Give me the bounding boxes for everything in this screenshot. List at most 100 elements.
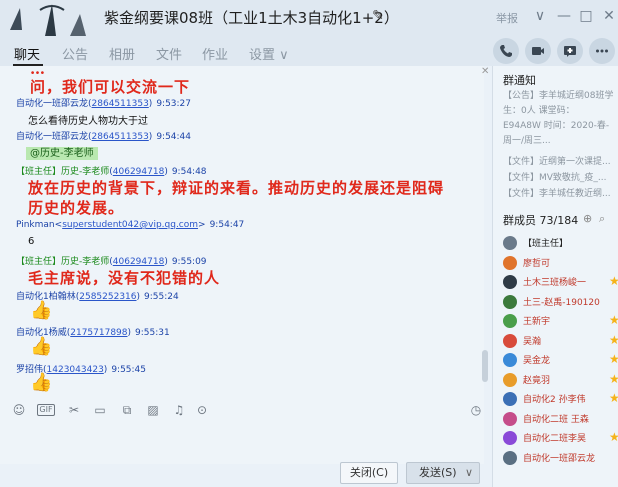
group-logo <box>0 0 92 36</box>
member-item[interactable]: 土三-赵禹-190120 <box>503 293 618 311</box>
member-name: 自动化二班李昊 <box>523 434 587 444</box>
send-button[interactable]: 发送(S) ∨ <box>406 462 480 484</box>
group-sidebar: 群通知 【公告】李羊城近纲08班学 生：0人 课堂码： E94A8W 时间：20… <box>492 66 618 487</box>
avatar <box>503 431 517 445</box>
avatar <box>503 255 517 270</box>
tab-homework[interactable]: 作业 <box>202 44 228 63</box>
history-clock-icon[interactable]: ◷ <box>468 402 484 418</box>
notice-line[interactable]: 【文件】MV致敬抗_疫_... <box>503 170 607 183</box>
video-button[interactable] <box>525 38 551 64</box>
close-button[interactable]: 关闭(C) <box>340 462 398 484</box>
notice-line[interactable]: 【文件】近纲第一次课提... <box>503 154 611 167</box>
member-item[interactable]: 【班主任】 <box>503 234 618 252</box>
emoji-icon[interactable]: ☺ <box>11 402 27 418</box>
notice-line[interactable]: 【文件】李羊城任教近纲... <box>503 186 611 199</box>
message-header: 自动化一班邵云龙(2864511353) 9:54:44 <box>16 132 192 142</box>
member-item[interactable]: 自动化2 孙李伟 ★ <box>503 390 618 408</box>
message-header: 【班主任】历史-李老师(406294718) 9:54:48 <box>16 167 207 177</box>
scissors-icon[interactable]: ✂ <box>66 402 82 418</box>
tab-settings[interactable]: 设置 ∨ <box>249 44 289 63</box>
avatar <box>503 294 517 309</box>
input-toolbar: ☺ GIF ✂ ▭ ⧉ ▨ ♫ ⊙ ◷ <box>0 396 484 424</box>
close-notice-icon[interactable]: ✕ <box>481 66 489 77</box>
share-screen-button[interactable] <box>557 38 583 64</box>
more-button[interactable] <box>589 38 615 64</box>
report-link[interactable]: 举报 <box>496 10 518 26</box>
member-item[interactable]: 王新宇 ★ <box>503 312 618 330</box>
minimize-button[interactable]: — <box>555 6 573 26</box>
edit-icon[interactable]: ✎ <box>372 8 384 24</box>
star-icon: ★ <box>609 352 618 366</box>
avatar <box>503 450 517 465</box>
member-item[interactable]: 吴金龙 ★ <box>503 351 618 369</box>
avatar <box>503 314 517 328</box>
notice-line[interactable]: E94A8W 时间：2020-春- <box>503 118 609 131</box>
member-item[interactable]: 自动化二班 王森 <box>503 410 618 428</box>
more-options-icon[interactable]: ⊙ <box>194 402 210 418</box>
message-input[interactable] <box>0 424 484 464</box>
avatar <box>503 372 517 387</box>
maximize-button[interactable]: □ <box>577 6 595 26</box>
star-icon: ★ <box>609 430 618 444</box>
message-text: 毛主席说，没有不犯错的人 <box>28 269 221 287</box>
thumbs-up-icon: 👍 <box>30 372 53 393</box>
star-icon: ★ <box>609 274 618 288</box>
member-item[interactable]: 自动化二班李昊 ★ <box>503 429 618 447</box>
send-options-icon[interactable]: ∨ <box>465 463 473 483</box>
folder-icon[interactable]: ▭ <box>92 402 108 418</box>
message-area[interactable]: … 问，我们可以交流一下 自动化一班邵云龙(2864511353) 9:53:27… <box>0 66 484 396</box>
member-name: 自动化二班 王森 <box>523 414 589 425</box>
avatar <box>503 392 517 406</box>
star-icon: ★ <box>609 313 618 327</box>
member-name: 赵竟羽 <box>523 375 551 386</box>
member-name: 自动化2 孙李伟 <box>523 395 586 405</box>
chat-scrollbar[interactable] <box>482 350 488 382</box>
member-name: 吴金龙 <box>523 356 551 366</box>
bell-icon[interactable]: ♫ <box>171 402 187 418</box>
member-item[interactable]: 赵竟羽 ★ <box>503 371 618 389</box>
mention-tag[interactable]: @历史-李老师 <box>26 144 98 160</box>
notice-line[interactable]: 【公告】李羊城近纲08班学 <box>503 88 613 101</box>
chat-plus-icon <box>564 46 576 57</box>
avatar <box>503 236 517 250</box>
member-item[interactable]: 自动化一班邵云龙 <box>503 449 618 467</box>
camera-icon <box>532 47 544 55</box>
image-icon[interactable]: ▨ <box>145 402 161 418</box>
phone-icon <box>500 45 512 57</box>
message-text: 怎么看待历史人物功大于过 <box>28 116 148 127</box>
member-name: 【班主任】 <box>523 239 569 249</box>
dropdown-button[interactable]: ∨ <box>531 6 549 26</box>
member-name: 土木三班杨峻一 <box>523 278 587 288</box>
search-icon[interactable]: ⌕ <box>599 212 605 226</box>
call-button[interactable] <box>493 38 519 64</box>
notice-title: 群通知 <box>503 74 536 87</box>
tab-announcement[interactable]: 公告 <box>62 44 88 63</box>
add-member-icon[interactable]: ⊕ <box>583 212 592 225</box>
member-item[interactable]: 土木三班杨峻一 ★ <box>503 273 618 291</box>
avatar <box>503 353 517 367</box>
member-name: 王新宇 <box>523 317 551 327</box>
avatar <box>503 275 517 289</box>
notice-line[interactable]: 周一/周三... <box>503 133 551 146</box>
close-window-button[interactable]: ✕ <box>600 6 618 26</box>
message-text: 放在历史的背景下，辩证的来看。推动历史的发展还是阻碍 <box>28 179 445 197</box>
tab-album[interactable]: 相册 <box>109 44 135 63</box>
message-text: 6 <box>28 236 35 247</box>
tab-files[interactable]: 文件 <box>156 44 182 63</box>
member-item[interactable]: 吴瀚 ★ <box>503 332 618 350</box>
chat-window: 紫金纲要课08班（工业1土木3自动化1+2） ✎ 举报 ∨ — □ ✕ 聊天 公… <box>0 0 618 487</box>
thumbs-up-icon: 👍 <box>30 336 53 357</box>
screenshot-icon[interactable]: ⧉ <box>119 402 135 418</box>
member-name: 自动化一班邵云龙 <box>523 453 596 464</box>
message-header: 【班主任】历史-李老师(406294718) 9:55:09 <box>16 257 207 267</box>
tab-chat[interactable]: 聊天 <box>14 44 40 63</box>
message-header: Pinkman<superstudent042@vip.qq.com> 9:54:… <box>16 220 245 230</box>
star-icon: ★ <box>609 371 618 386</box>
gif-icon[interactable]: GIF <box>37 404 55 416</box>
avatar <box>503 333 517 348</box>
more-icon <box>596 49 608 53</box>
title-bar: 紫金纲要课08班（工业1土木3自动化1+2） ✎ 举报 ∨ — □ ✕ <box>0 0 618 36</box>
member-item[interactable]: 廖哲可 <box>503 254 618 272</box>
avatar <box>503 411 517 426</box>
notice-line[interactable]: 生：0人 课堂码： <box>503 103 575 116</box>
